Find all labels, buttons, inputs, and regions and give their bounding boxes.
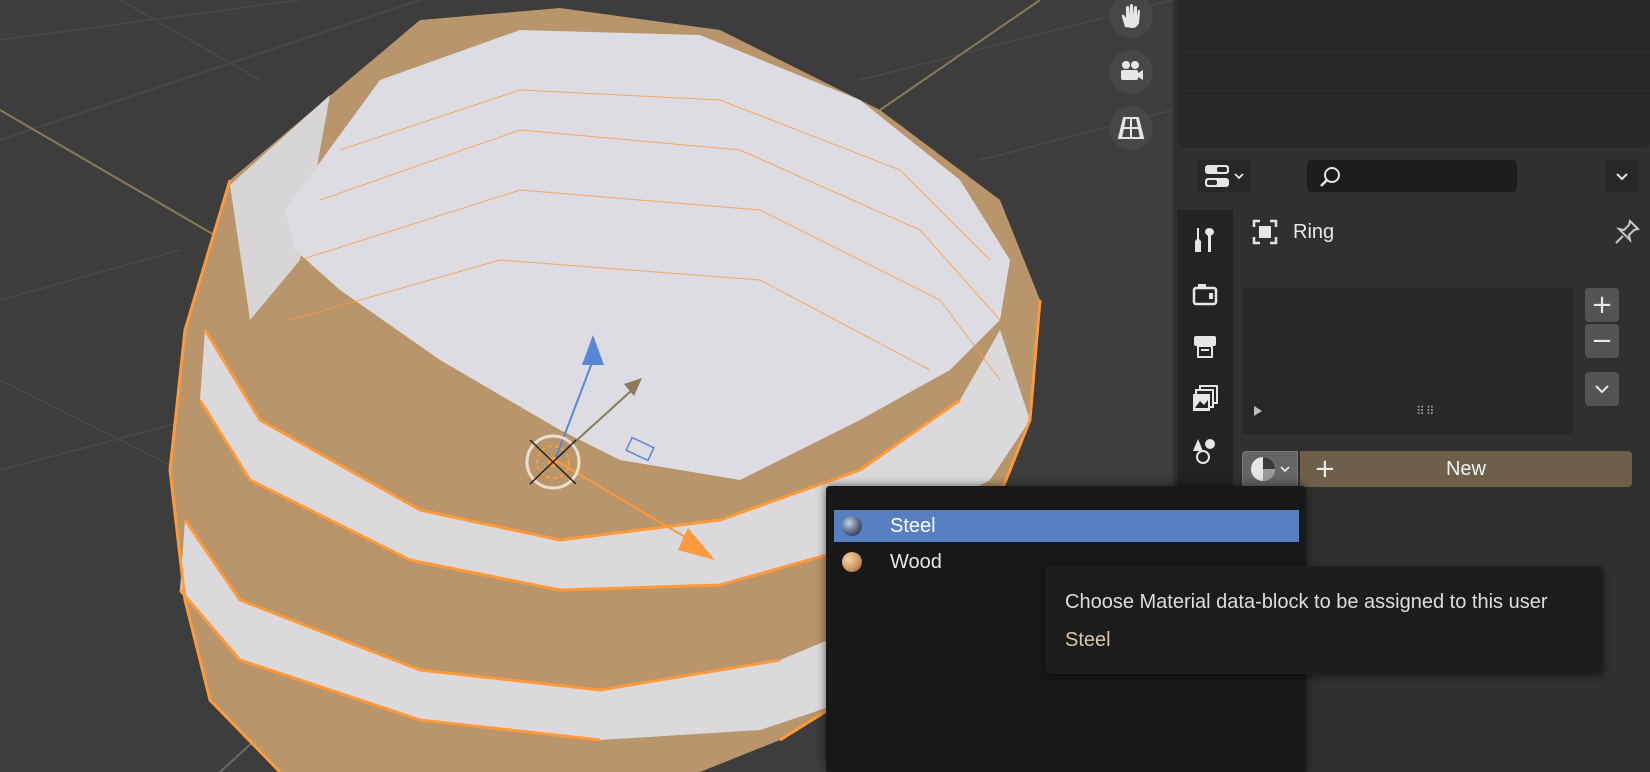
material-preview-icon: [842, 516, 862, 536]
search-input[interactable]: [1307, 160, 1517, 192]
material-sphere-icon: [1251, 457, 1275, 481]
mesh-object-icon: [1252, 219, 1278, 245]
dropdown-item-label: Wood: [890, 550, 942, 573]
chevron-down-icon: [1595, 385, 1609, 394]
tool-icon: [1195, 228, 1214, 252]
add-slot-button[interactable]: +: [1585, 288, 1619, 322]
tooltip-description: Choose Material data-block to be assigne…: [1065, 591, 1548, 613]
search-icon: [1320, 167, 1340, 187]
tab-tool[interactable]: [1183, 218, 1227, 262]
remove-slot-button[interactable]: −: [1585, 324, 1619, 358]
properties-header: [1177, 156, 1650, 200]
new-material-button[interactable]: + New: [1300, 451, 1632, 487]
tooltip-value: Steel: [1065, 629, 1111, 651]
view-layer-icon: [1193, 385, 1218, 411]
editor-type-button[interactable]: [1197, 160, 1251, 192]
chevron-down-icon: [1616, 173, 1628, 181]
object-name: Ring: [1293, 220, 1335, 243]
scene-icon: [1193, 439, 1215, 464]
material-selector: + New: [1242, 451, 1632, 487]
dropdown-item-label: Steel: [890, 514, 936, 537]
material-slot-list[interactable]: ⠿⠿: [1242, 288, 1573, 434]
chevron-down-icon: [1234, 173, 1244, 180]
tab-output[interactable]: [1183, 324, 1227, 368]
slot-specials-button[interactable]: [1585, 372, 1619, 406]
outliner-region: [1177, 0, 1650, 148]
new-material-label: New: [1445, 457, 1486, 480]
tab-scene[interactable]: [1183, 428, 1227, 472]
properties-editor-icon: [1205, 165, 1229, 187]
options-dropdown[interactable]: [1605, 160, 1639, 192]
render-icon: [1192, 284, 1218, 306]
output-icon: [1194, 336, 1216, 358]
resize-grip-icon[interactable]: ⠿⠿: [1416, 404, 1436, 418]
tab-render[interactable]: [1183, 272, 1227, 316]
tab-view-layer[interactable]: [1183, 376, 1227, 420]
chevron-down-icon: [1280, 466, 1290, 473]
material-preview-icon: [842, 552, 862, 572]
camera-icon[interactable]: [1109, 50, 1153, 94]
pin-icon[interactable]: [1613, 218, 1641, 246]
tooltip: Choose Material data-block to be assigne…: [1046, 566, 1604, 674]
object-context-row: Ring: [1251, 210, 1641, 254]
browse-material-button[interactable]: [1242, 451, 1298, 487]
dropdown-item-steel[interactable]: Steel: [834, 510, 1299, 542]
expand-triangle-icon[interactable]: [1254, 406, 1262, 416]
grid-ortho-icon[interactable]: [1109, 106, 1153, 150]
